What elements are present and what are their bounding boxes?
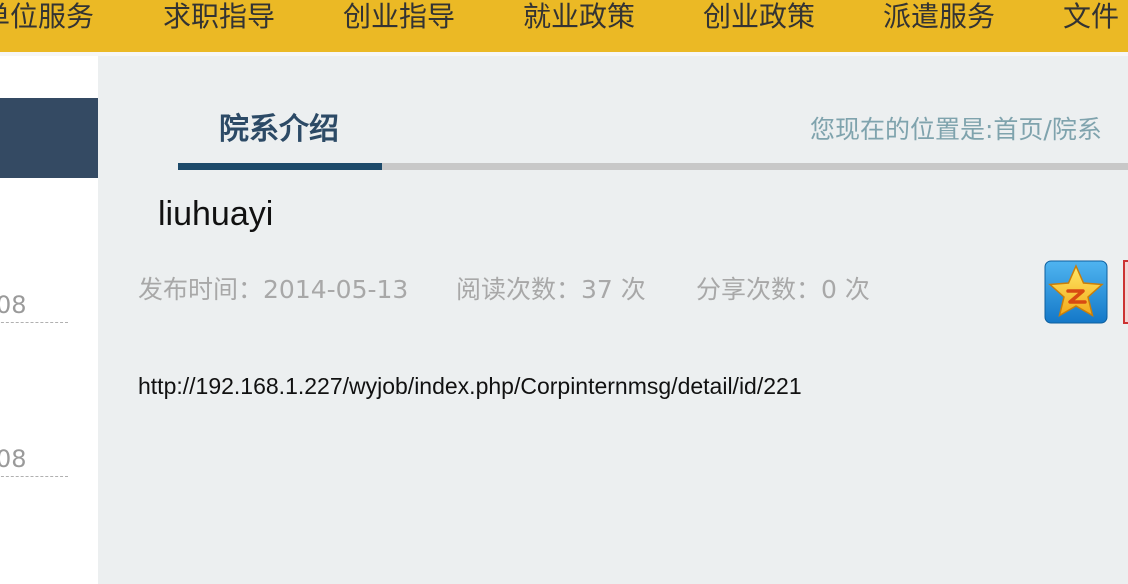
read-label: 阅读次数： — [456, 275, 582, 304]
sidebar-header — [0, 98, 98, 178]
article-body: http://192.168.1.227/wyjob/index.php/Cor… — [138, 373, 802, 399]
share-label: 分享次数： — [696, 275, 822, 304]
sidebar-list-item[interactable]: 08 — [0, 288, 68, 323]
nav-item-startup-policy[interactable]: 创业政策 — [703, 0, 815, 52]
qzone-star-icon[interactable] — [1044, 260, 1108, 324]
nav-item-documents[interactable]: 文件 — [1063, 0, 1119, 52]
nav-item-unit-services[interactable]: 单位服务 — [0, 0, 94, 52]
read-unit: 次 — [620, 275, 646, 304]
share-count: 分享次数：0 次 — [696, 272, 870, 308]
tab-underline-active — [178, 163, 382, 170]
section-title: 院系介绍 — [219, 112, 339, 147]
read-value: 37 — [581, 275, 613, 304]
sidebar: 08 08 — [0, 56, 98, 584]
top-navigation: 单位服务 求职指导 创业指导 就业政策 创业政策 派遣服务 文件 — [0, 0, 1128, 56]
publish-date: 2014-05-13 — [263, 275, 409, 304]
sidebar-list-item[interactable]: 08 — [0, 442, 68, 477]
nav-item-employment-policy[interactable]: 就业政策 — [523, 0, 635, 52]
article-title: liuhuayi — [158, 195, 274, 233]
nav-item-job-guidance[interactable]: 求职指导 — [163, 0, 275, 52]
publish-label: 发布时间： — [138, 275, 264, 304]
breadcrumb: 您现在的位置是:首页/院系 — [810, 115, 1102, 144]
read-count: 阅读次数：37 次 — [456, 272, 646, 308]
weibo-icon[interactable] — [1123, 260, 1128, 324]
nav-item-dispatch-services[interactable]: 派遣服务 — [883, 0, 995, 52]
share-value: 0 — [821, 275, 837, 304]
nav-item-startup-guidance[interactable]: 创业指导 — [343, 0, 455, 52]
publish-time: 发布时间：2014-05-13 — [138, 272, 408, 308]
share-unit: 次 — [844, 275, 870, 304]
